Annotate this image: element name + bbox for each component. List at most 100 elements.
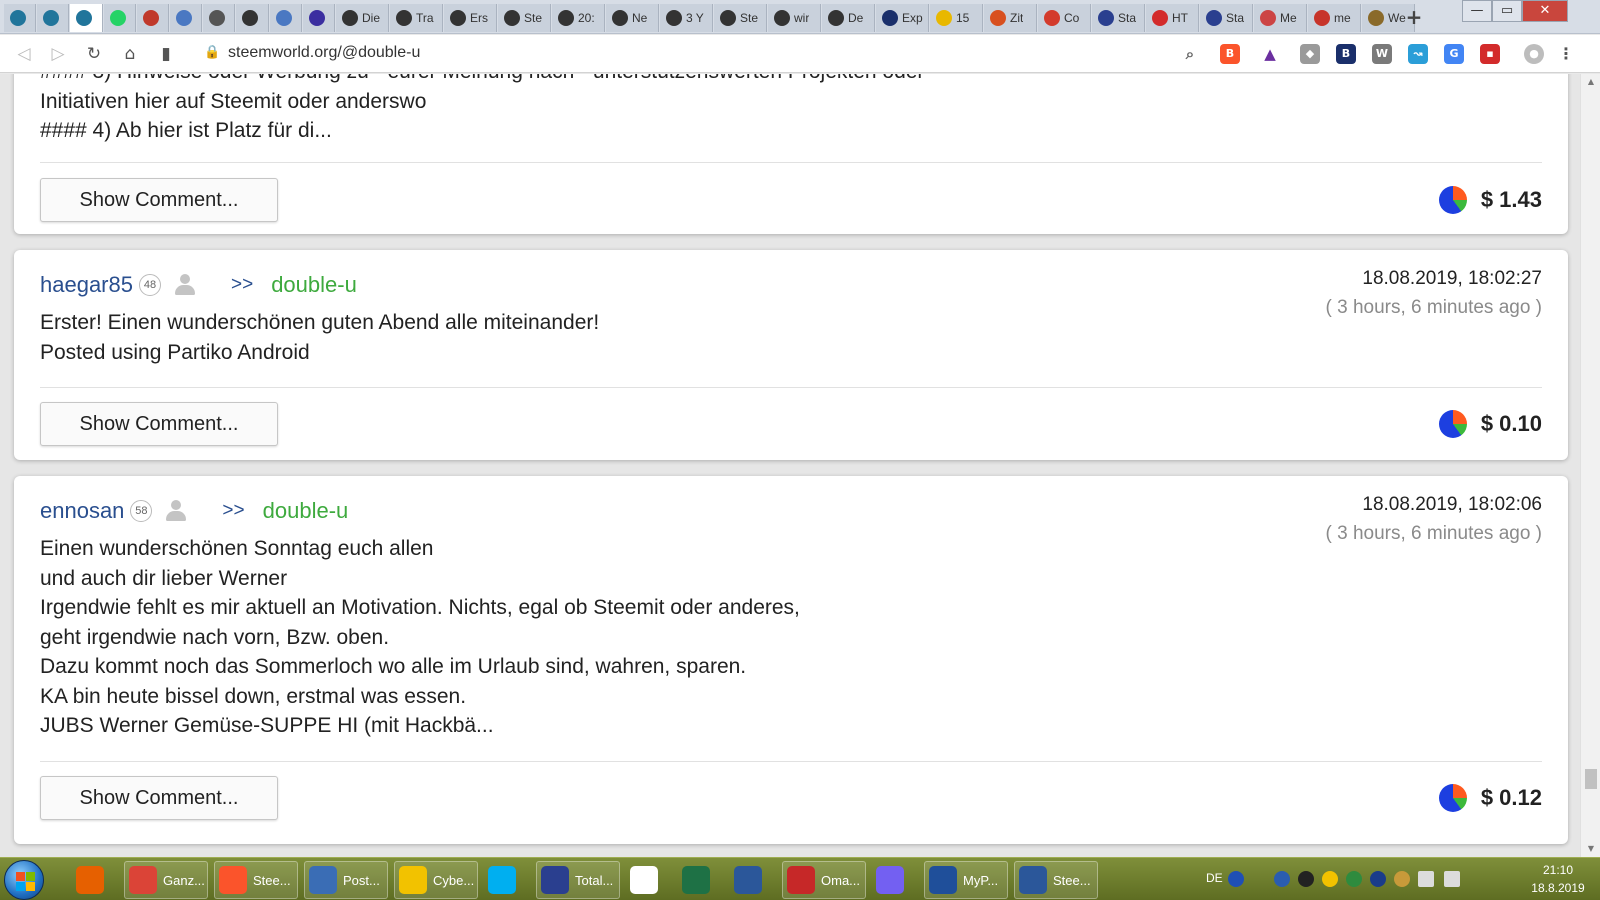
- author-link[interactable]: haegar85: [40, 272, 133, 298]
- payout[interactable]: $ 0.12: [1438, 784, 1542, 812]
- user-icon[interactable]: [164, 500, 188, 522]
- zoom-icon[interactable]: ⌕: [1180, 44, 1200, 64]
- browser-tab[interactable]: [203, 4, 236, 32]
- taskbar-item[interactable]: [872, 861, 918, 899]
- profile-icon[interactable]: ●: [1524, 44, 1544, 64]
- page-scrollbar[interactable]: ▲ ▼: [1580, 74, 1600, 857]
- target-icon: [142, 10, 159, 26]
- bookmark-button[interactable]: ▮: [154, 42, 178, 66]
- browser-tab[interactable]: [170, 4, 203, 32]
- taskbar-item[interactable]: Cybe...: [394, 861, 478, 899]
- b-extension-icon[interactable]: B: [1336, 44, 1356, 64]
- volume-icon[interactable]: [1444, 871, 1460, 887]
- scroll-down-arrow-icon[interactable]: ▼: [1581, 841, 1600, 857]
- browser-tab[interactable]: 15: [930, 4, 983, 32]
- shield-tray-icon[interactable]: [1346, 871, 1362, 887]
- taskbar-item[interactable]: [730, 861, 776, 899]
- home-button[interactable]: ⌂: [118, 42, 142, 66]
- browser-tab[interactable]: 20:: [552, 4, 605, 32]
- shield-extension-icon[interactable]: ◆: [1300, 44, 1320, 64]
- language-indicator[interactable]: DE: [1206, 871, 1223, 885]
- taskbar-item[interactable]: Oma...: [782, 861, 866, 899]
- taskbar-item[interactable]: [626, 861, 672, 899]
- taskbar-item[interactable]: Total...: [536, 861, 620, 899]
- triangle-extension-icon[interactable]: ▲: [1260, 44, 1280, 64]
- browser-tab[interactable]: [236, 4, 269, 32]
- browser-tab[interactable]: Sta: [1200, 4, 1253, 32]
- browser-tab[interactable]: me: [1308, 4, 1361, 32]
- maximize-button[interactable]: ▭: [1492, 0, 1522, 22]
- browser-tab[interactable]: Tra: [390, 4, 443, 32]
- browser-tab[interactable]: wir: [768, 4, 821, 32]
- browser-tab[interactable]: Die: [336, 4, 389, 32]
- taskbar-item[interactable]: Post...: [304, 861, 388, 899]
- taskbar-item[interactable]: [484, 861, 530, 899]
- clock-date[interactable]: 18.8.2019: [1520, 881, 1596, 895]
- browser-tab[interactable]: 3 Y: [660, 4, 713, 32]
- url-field[interactable]: steemworld.org/@double-u: [228, 44, 420, 62]
- author-link[interactable]: ennosan: [40, 498, 124, 524]
- taskbar-item-label: Stee...: [1053, 872, 1091, 888]
- forward-button[interactable]: ▷: [46, 42, 70, 66]
- browser-tab[interactable]: Ste: [714, 4, 767, 32]
- close-window-button[interactable]: ✕: [1522, 0, 1568, 22]
- browser-tab[interactable]: Ne: [606, 4, 659, 32]
- browser-tab[interactable]: Ste: [498, 4, 551, 32]
- browser-tab[interactable]: Exp: [876, 4, 929, 32]
- browser-tab[interactable]: [37, 4, 70, 32]
- browser-tab[interactable]: HT: [1146, 4, 1199, 32]
- parent-author-link[interactable]: double-u: [263, 498, 349, 524]
- brave-shield-icon[interactable]: B: [1220, 44, 1240, 64]
- wordpress-extension-icon[interactable]: W: [1372, 44, 1392, 64]
- browser-tab[interactable]: [136, 4, 169, 32]
- browser-tab[interactable]: Ers: [444, 4, 497, 32]
- browser-tab[interactable]: [269, 4, 302, 32]
- app-tray-icon[interactable]: [1274, 871, 1290, 887]
- browser-tab[interactable]: De: [822, 4, 875, 32]
- browser-tab[interactable]: [302, 4, 335, 32]
- minimize-button[interactable]: —: [1462, 0, 1492, 22]
- taskbar-item[interactable]: [678, 861, 724, 899]
- browser-tab[interactable]: Me: [1254, 4, 1307, 32]
- browser-tab[interactable]: Co: [1038, 4, 1091, 32]
- menu-icon[interactable]: ⋮: [1556, 44, 1576, 64]
- show-comment-button[interactable]: Show Comment...: [40, 776, 278, 820]
- start-button[interactable]: [4, 860, 44, 900]
- new-tab-button[interactable]: +: [1402, 6, 1426, 30]
- taskbar-item[interactable]: Ganz...: [124, 861, 208, 899]
- taskbar-item[interactable]: Stee...: [1014, 861, 1098, 899]
- browser-tab[interactable]: [70, 4, 103, 32]
- clock-time[interactable]: 21:10: [1520, 863, 1596, 877]
- taskbar-item[interactable]: MyP...: [924, 861, 1008, 899]
- payout[interactable]: $ 0.10: [1438, 410, 1542, 438]
- taskbar-item[interactable]: Stee...: [214, 861, 298, 899]
- help-icon[interactable]: [1228, 871, 1244, 887]
- browser-tab[interactable]: [4, 4, 37, 32]
- save-icon: [541, 866, 569, 894]
- parent-author-link[interactable]: double-u: [271, 272, 357, 298]
- payout[interactable]: $ 1.43: [1438, 186, 1542, 214]
- browser-tab[interactable]: [103, 4, 136, 32]
- reload-button[interactable]: ↻: [82, 42, 106, 66]
- reply-arrows: >>: [222, 500, 245, 521]
- steem-icon: [242, 10, 259, 26]
- red-extension-icon[interactable]: ▪: [1480, 44, 1500, 64]
- translate-extension-icon[interactable]: G: [1444, 44, 1464, 64]
- browser-tab[interactable]: Zit: [984, 4, 1037, 32]
- drive-tray-icon[interactable]: [1394, 871, 1410, 887]
- scroll-up-arrow-icon[interactable]: ▲: [1581, 74, 1600, 90]
- browser-tab[interactable]: Sta: [1092, 4, 1145, 32]
- show-comment-button[interactable]: Show Comment...: [40, 402, 278, 446]
- network-icon[interactable]: [1418, 871, 1434, 887]
- back-button[interactable]: ◁: [12, 42, 36, 66]
- device-tray-icon[interactable]: [1298, 871, 1314, 887]
- taskbar-item[interactable]: [72, 861, 118, 899]
- bluetooth-icon[interactable]: [1370, 871, 1386, 887]
- mail-icon: [309, 866, 337, 894]
- vpn-tray-icon[interactable]: [1322, 871, 1338, 887]
- scroll-thumb[interactable]: [1585, 769, 1597, 789]
- sync-extension-icon[interactable]: ↝: [1408, 44, 1428, 64]
- post-date: 18.08.2019, 18:02:06: [1362, 494, 1542, 515]
- user-icon[interactable]: [173, 274, 197, 296]
- show-comment-button[interactable]: Show Comment...: [40, 178, 278, 222]
